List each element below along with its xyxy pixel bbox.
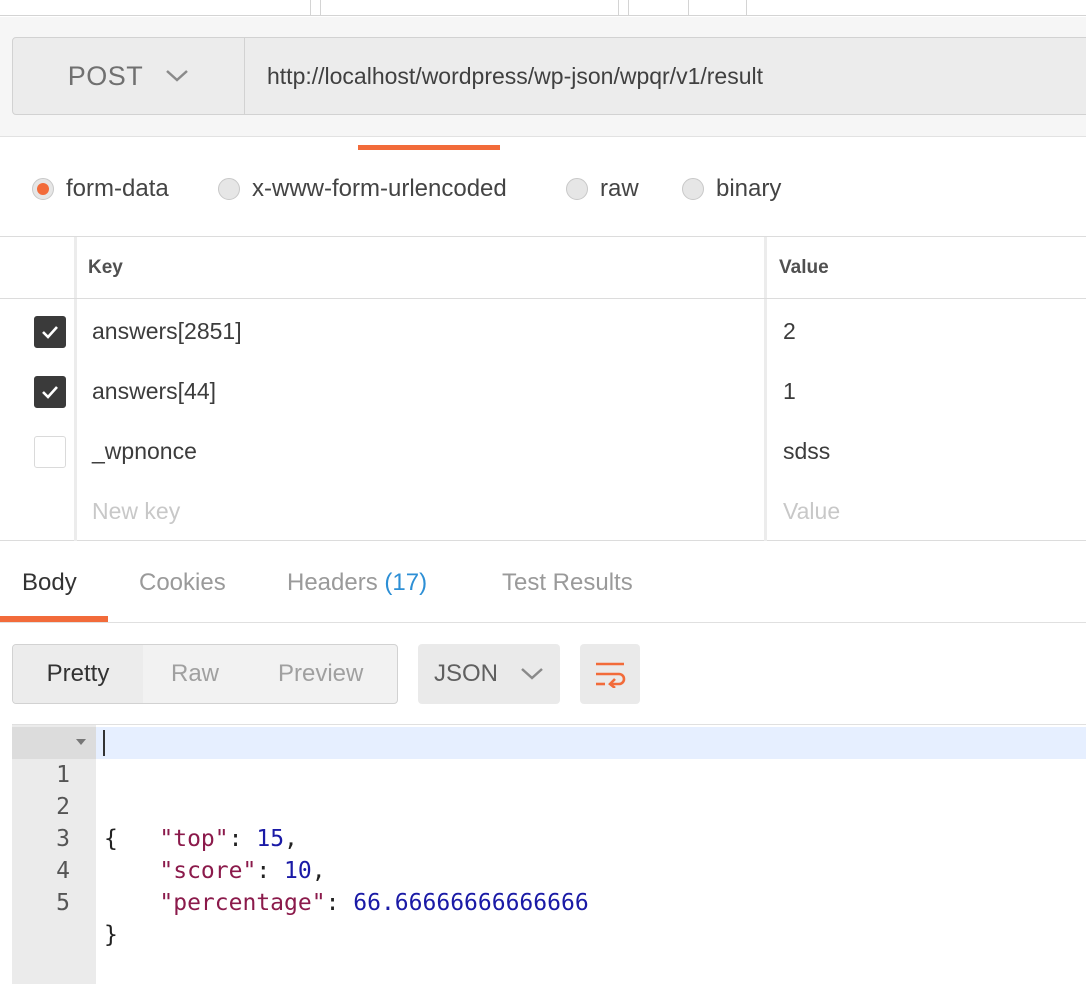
line-number: 5	[56, 890, 70, 916]
code-text: "percentage": 66.66666666666666	[159, 890, 589, 916]
table-header: Key Value	[0, 237, 1086, 299]
active-tab-indicator	[0, 616, 108, 622]
radio-button[interactable]	[218, 178, 240, 200]
headers-count-badge: (17)	[384, 569, 428, 596]
radio-binary[interactable]: binary	[682, 175, 782, 202]
value-column-header: Value	[779, 257, 829, 278]
method-select[interactable]: POST	[13, 38, 245, 114]
text-cursor	[103, 730, 105, 756]
wrap-lines-icon	[596, 662, 626, 688]
tab-divider	[320, 0, 321, 16]
request-area: POST http://localhost/wordpress/wp-json/…	[0, 17, 1086, 137]
code-line: 2 "top": 15,	[12, 759, 1086, 852]
tab-headers-label: Headers	[287, 569, 378, 596]
key-column-header: Key	[88, 257, 123, 278]
tab-divider	[618, 0, 619, 16]
row-key[interactable]: _wpnonce	[92, 421, 197, 481]
tab-strip	[0, 0, 1086, 16]
checkmark-icon	[42, 386, 58, 399]
radio-label: binary	[716, 175, 782, 202]
tab-body[interactable]: Body	[22, 569, 77, 597]
form-data-table: Key Value answers[2851] 2 answers[44] 1 …	[0, 237, 1086, 541]
new-value-input[interactable]: Value	[783, 481, 840, 541]
pretty-button[interactable]: Pretty	[13, 645, 143, 703]
tab-test-results[interactable]: Test Results	[502, 569, 633, 597]
view-mode-group: Pretty Raw Preview	[12, 644, 398, 704]
response-tabs: Body Cookies Headers (17) Test Results	[0, 541, 1086, 623]
checkmark-icon	[42, 326, 58, 339]
new-key-input[interactable]: New key	[92, 481, 180, 541]
url-input[interactable]: http://localhost/wordpress/wp-json/wpqr/…	[267, 38, 763, 114]
radio-button[interactable]	[566, 178, 588, 200]
body-type-options: form-data x-www-form-urlencoded raw bina…	[0, 150, 1086, 237]
tab-cookies[interactable]: Cookies	[139, 569, 226, 597]
request-bar: POST http://localhost/wordpress/wp-json/…	[12, 37, 1086, 115]
radio-label: x-www-form-urlencoded	[252, 175, 507, 202]
radio-label: form-data	[66, 175, 169, 202]
format-select[interactable]: JSON	[418, 644, 560, 704]
chevron-down-icon	[166, 70, 189, 82]
tab-divider	[746, 0, 747, 16]
response-body-editor[interactable]: 1 { 2 "top": 15, 3 "score": 10, 4 "perce…	[12, 724, 1086, 984]
code-line: 5 }	[12, 855, 1086, 948]
radio-label: raw	[600, 175, 639, 202]
code-line: 1 {	[12, 727, 1086, 852]
code-line: 4 "percentage": 66.66666666666666	[12, 823, 1086, 916]
radio-urlencoded[interactable]: x-www-form-urlencoded	[218, 175, 507, 202]
radio-form-data[interactable]: form-data	[32, 175, 169, 202]
radio-button[interactable]	[682, 178, 704, 200]
code-text: }	[104, 922, 118, 948]
preview-button[interactable]: Preview	[278, 645, 363, 703]
json-key: "percentage"	[159, 890, 326, 916]
fold-triangle-icon[interactable]	[76, 739, 86, 745]
json-number: 66.66666666666666	[353, 890, 589, 916]
row-key[interactable]: answers[2851]	[92, 301, 242, 361]
method-label: POST	[67, 60, 144, 91]
raw-button[interactable]: Raw	[171, 645, 219, 703]
new-row: New key Value	[0, 481, 1086, 541]
row-value[interactable]: 1	[783, 361, 796, 421]
table-row: answers[44] 1	[0, 361, 1086, 421]
radio-raw[interactable]: raw	[566, 175, 639, 202]
row-checkbox[interactable]	[34, 316, 66, 348]
row-value[interactable]: sdss	[783, 421, 830, 481]
tab-divider	[628, 0, 629, 16]
wrap-lines-button[interactable]	[580, 644, 640, 704]
row-value[interactable]: 2	[783, 301, 796, 361]
table-row: answers[2851] 2	[0, 301, 1086, 361]
format-label: JSON	[433, 660, 498, 687]
radio-button[interactable]	[32, 178, 54, 200]
tab-divider	[688, 0, 689, 16]
row-checkbox[interactable]	[34, 436, 66, 468]
tab-headers[interactable]: Headers (17)	[287, 569, 427, 597]
chevron-down-icon	[521, 668, 543, 680]
row-key[interactable]: answers[44]	[92, 361, 216, 421]
tab-divider	[310, 0, 311, 16]
table-row: _wpnonce sdss	[0, 421, 1086, 481]
row-checkbox[interactable]	[34, 376, 66, 408]
code-line: 3 "score": 10,	[12, 791, 1086, 884]
